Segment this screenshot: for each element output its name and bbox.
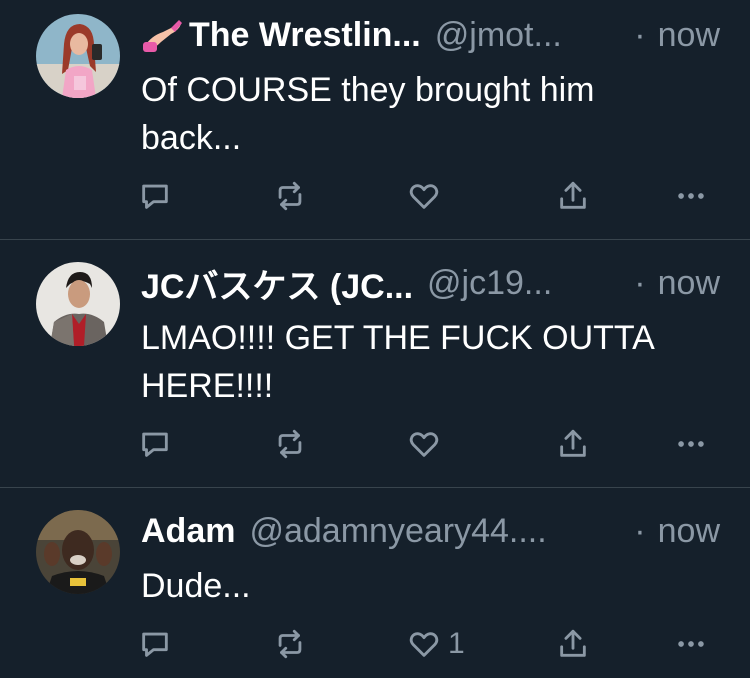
time-text: now (657, 15, 720, 54)
user-handle[interactable]: @jc19... (427, 264, 552, 303)
separator-dot: · (634, 511, 646, 550)
tweet-text: Dude... (141, 567, 251, 605)
time-text: now (657, 263, 720, 302)
reply-icon (142, 632, 168, 657)
more-button[interactable] (674, 176, 708, 216)
more-button[interactable] (674, 424, 708, 464)
reply-button[interactable] (138, 624, 178, 664)
display-name-text: The Wrestlin... (189, 15, 421, 54)
avatar[interactable] (36, 262, 120, 346)
tweet-actions: 1 (0, 624, 750, 664)
retweet-button[interactable] (272, 624, 314, 664)
timestamp[interactable]: · now (634, 512, 720, 551)
retweet-icon (278, 181, 302, 211)
retweet-icon (278, 629, 302, 659)
tweet[interactable]: JCバスケス (JC... @jc19... · now LMAO!!!! GET… (0, 240, 750, 488)
retweet-button[interactable] (272, 424, 314, 464)
share-icon (560, 181, 586, 209)
display-name[interactable]: The Wrestlin... (141, 16, 421, 55)
display-name[interactable]: JCバスケス (JC... (141, 259, 413, 308)
reply-icon (142, 432, 168, 457)
time-text: now (657, 511, 720, 550)
avatar[interactable] (36, 14, 120, 98)
share-button[interactable] (556, 624, 590, 664)
tweet[interactable]: Adam @adamnyeary44.... · now Dude... 1 (0, 488, 750, 678)
heart-icon (409, 632, 439, 657)
reply-button[interactable] (138, 176, 178, 216)
tweet-actions (0, 424, 750, 464)
share-button[interactable] (556, 424, 590, 464)
share-icon (560, 429, 586, 457)
timestamp[interactable]: · now (634, 264, 720, 303)
nail-polish-emoji (141, 16, 183, 54)
display-name-text: Adam (141, 511, 236, 550)
tweet-text: Of COURSE they brought him back... (141, 71, 595, 157)
more-icon (678, 641, 704, 647)
reply-button[interactable] (138, 424, 178, 464)
like-button[interactable]: 1 (406, 624, 465, 664)
share-icon (560, 629, 586, 657)
user-handle[interactable]: @adamnyeary44.... (249, 512, 546, 551)
heart-icon (409, 184, 439, 209)
share-button[interactable] (556, 176, 590, 216)
display-name[interactable]: Adam (141, 512, 235, 551)
tweet[interactable]: The Wrestlin... @jmot... · now Of COURSE … (0, 0, 750, 240)
separator-dot: · (634, 15, 646, 54)
like-count: 1 (448, 627, 465, 660)
more-button[interactable] (674, 624, 708, 664)
display-name-text: JCバスケス (JC... (141, 267, 414, 306)
heart-icon (409, 432, 439, 457)
separator-dot: · (634, 263, 646, 302)
user-handle[interactable]: @jmot... (435, 16, 562, 55)
timestamp[interactable]: · now (634, 16, 720, 55)
reply-icon (142, 184, 168, 209)
retweet-icon (278, 429, 302, 459)
more-icon (678, 193, 704, 199)
like-button[interactable] (406, 424, 448, 464)
like-button[interactable] (406, 176, 448, 216)
retweet-button[interactable] (272, 176, 314, 216)
more-icon (678, 441, 704, 447)
avatar[interactable] (36, 510, 120, 594)
tweet-actions (0, 176, 750, 216)
tweet-text: LMAO!!!! GET THE FUCK OUTTA HERE!!!! (141, 319, 655, 405)
